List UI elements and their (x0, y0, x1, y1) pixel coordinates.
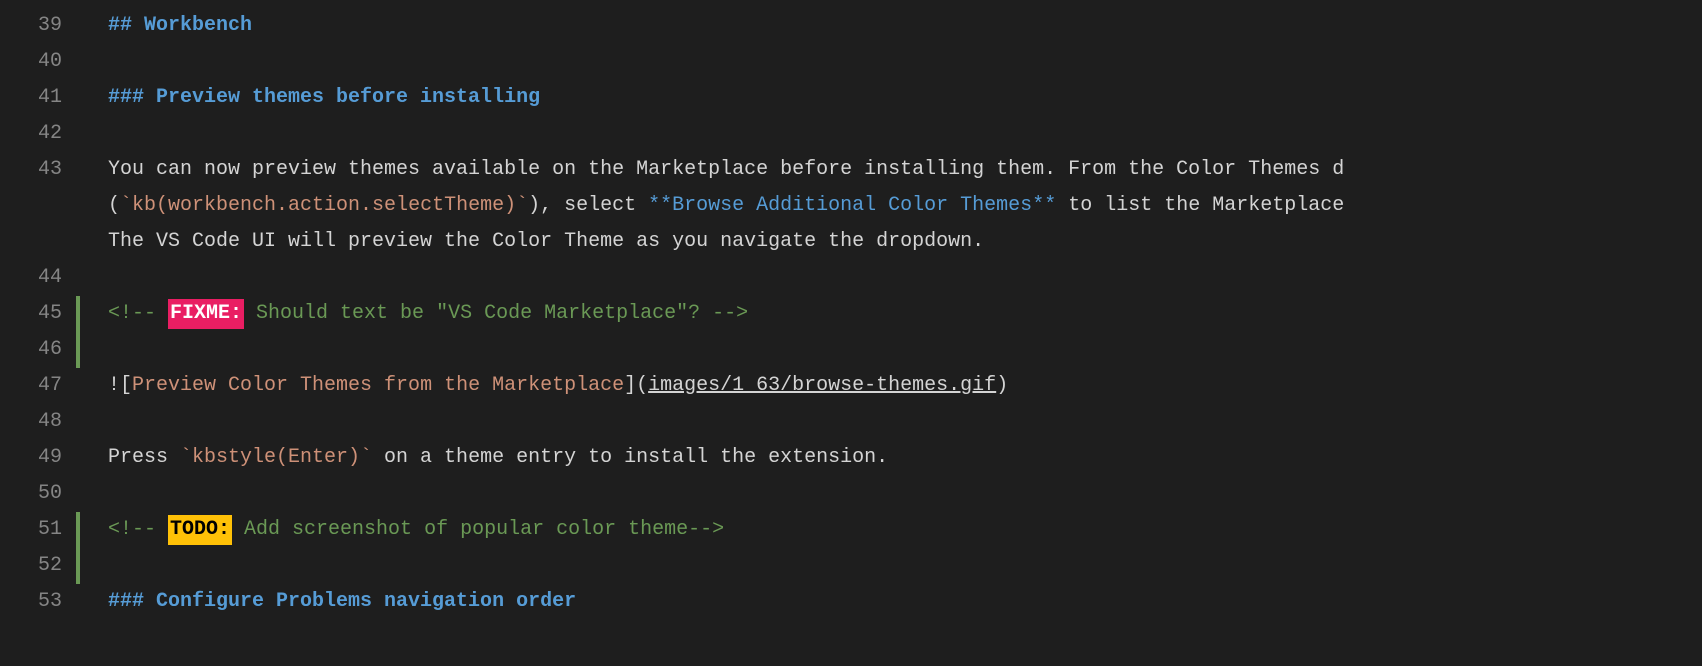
code-token: Press (108, 443, 180, 473)
code-token: ), select (528, 191, 648, 221)
code-token: `kb(workbench.action.selectTheme)` (120, 191, 528, 221)
code-line-43-wrap1[interactable]: (`kb(workbench.action.selectTheme)`), se… (108, 188, 1702, 224)
code-line-46[interactable] (108, 332, 1702, 368)
line-number: 46 (0, 332, 80, 368)
code-token: on a theme entry to install the extensio… (372, 443, 888, 473)
line-number: 48 (0, 404, 80, 440)
code-token: <!-- (108, 299, 168, 329)
code-editor[interactable]: 3940414243 44454647484950515253 ## Workbe… (0, 0, 1702, 666)
line-number: 47 (0, 368, 80, 404)
line-number: 50 (0, 476, 80, 512)
code-token: ) (996, 371, 1008, 401)
line-number: 44 (0, 260, 80, 296)
line-number: 39 (0, 8, 80, 44)
line-number: 52 (0, 548, 80, 584)
code-token: TODO: (168, 515, 232, 545)
code-token: You can now preview themes available on … (108, 155, 1344, 185)
code-token: Should text be "VS Code Marketplace"? --… (244, 299, 748, 329)
code-line-50[interactable] (108, 476, 1702, 512)
code-token: to list the Marketplace (1056, 191, 1344, 221)
code-token: The VS Code UI will preview the Color Th… (108, 227, 984, 257)
code-line-49[interactable]: Press `kbstyle(Enter)` on a theme entry … (108, 440, 1702, 476)
code-line-39[interactable]: ## Workbench (108, 8, 1702, 44)
code-token: ### Configure Problems navigation order (108, 587, 576, 617)
code-token: `kbstyle(Enter)` (180, 443, 372, 473)
line-number: 53 (0, 584, 80, 620)
code-line-43-wrap2[interactable]: The VS Code UI will preview the Color Th… (108, 224, 1702, 260)
code-token: images/1_63/browse-themes.gif (648, 371, 996, 401)
code-line-48[interactable] (108, 404, 1702, 440)
code-token: FIXME: (168, 299, 244, 329)
code-line-44[interactable] (108, 260, 1702, 296)
line-number: 43 (0, 152, 80, 188)
code-line-52[interactable] (108, 548, 1702, 584)
line-number-gutter: 3940414243 44454647484950515253 (0, 0, 80, 666)
code-line-41[interactable]: ### Preview themes before installing (108, 80, 1702, 116)
code-token: ## Workbench (108, 11, 252, 41)
code-line-43[interactable]: You can now preview themes available on … (108, 152, 1702, 188)
code-line-40[interactable] (108, 44, 1702, 80)
code-line-53[interactable]: ### Configure Problems navigation order (108, 584, 1702, 620)
code-token: **Browse Additional Color Themes** (648, 191, 1056, 221)
code-token: ![ (108, 371, 132, 401)
line-number: 45 (0, 296, 80, 332)
line-number: 49 (0, 440, 80, 476)
line-number: 40 (0, 44, 80, 80)
code-line-47[interactable]: ![Preview Color Themes from the Marketpl… (108, 368, 1702, 404)
code-token: Add screenshot of popular color theme--> (232, 515, 724, 545)
line-number: 51 (0, 512, 80, 548)
line-number: 42 (0, 116, 80, 152)
line-number (0, 188, 80, 224)
code-line-51[interactable]: <!-- TODO: Add screenshot of popular col… (108, 512, 1702, 548)
code-token: ### Preview themes before installing (108, 83, 540, 113)
code-token: ]( (624, 371, 648, 401)
code-token: ( (108, 191, 120, 221)
code-line-42[interactable] (108, 116, 1702, 152)
code-token: Preview Color Themes from the Marketplac… (132, 371, 624, 401)
code-line-45[interactable]: <!-- FIXME: Should text be "VS Code Mark… (108, 296, 1702, 332)
code-content[interactable]: ## Workbench ### Preview themes before in… (80, 0, 1702, 666)
code-token: <!-- (108, 515, 168, 545)
line-number: 41 (0, 80, 80, 116)
line-number (0, 224, 80, 260)
